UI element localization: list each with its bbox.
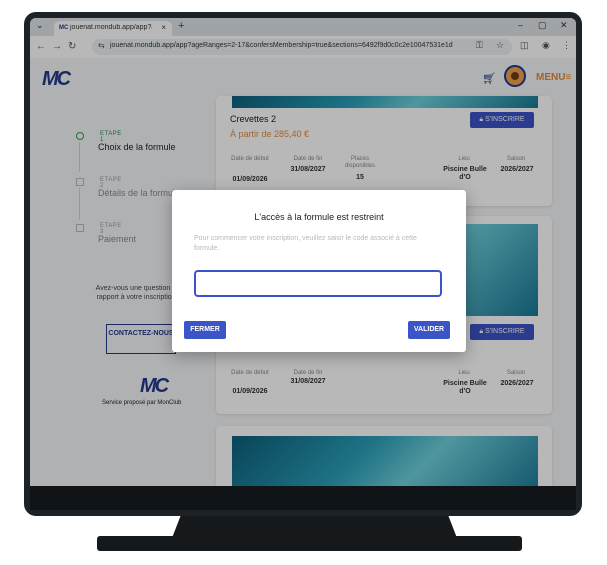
dialog-title: L'accès à la formule est restreint (254, 212, 384, 222)
validate-button[interactable]: VALIDER (408, 321, 450, 339)
dialog-description: Pour commencer votre inscription, veuill… (194, 235, 417, 252)
screen: ⌄ MC jouenat.mondub.app/app?age × + – ▢ … (30, 18, 576, 486)
access-code-input[interactable] (194, 270, 442, 297)
monitor-stand-base (97, 536, 522, 551)
restricted-access-dialog: L'accès à la formule est restreint Pour … (172, 190, 466, 352)
monitor-bezel (30, 486, 576, 510)
close-button[interactable]: FERMER (184, 321, 226, 339)
monitor-frame: ⌄ MC jouenat.mondub.app/app?age × + – ▢ … (24, 12, 582, 516)
monitor-stand-neck (172, 516, 457, 538)
